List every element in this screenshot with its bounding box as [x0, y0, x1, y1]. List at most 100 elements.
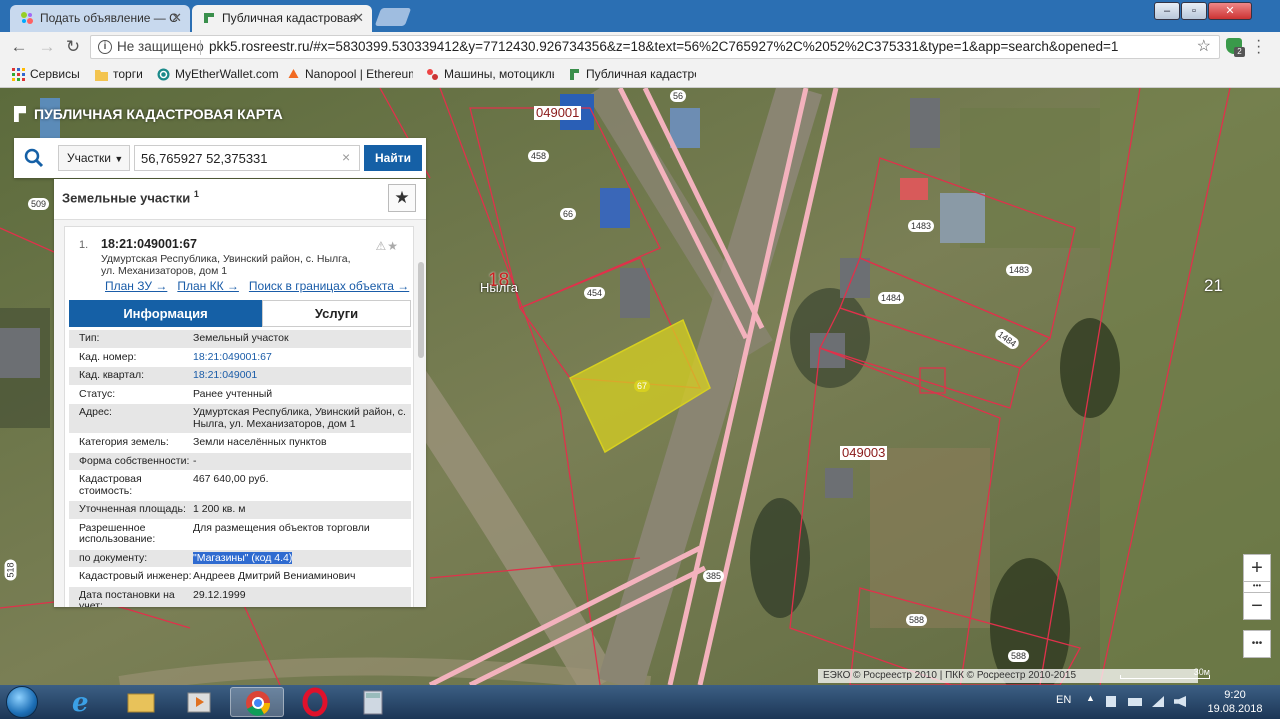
more-tools-button[interactable]: ••• [1243, 630, 1271, 658]
bookmark-services[interactable]: Сервисы [12, 67, 88, 81]
tab-podat-obyavlenie[interactable]: Подать объявление — С ✕ [10, 5, 190, 32]
separator [200, 40, 201, 55]
bookmark-label: торги [113, 67, 143, 81]
zoom-in-button[interactable]: + [1243, 554, 1271, 582]
quarter-label: 049003 [840, 445, 888, 460]
property-key: Кад. квартал: [79, 369, 144, 381]
search-input[interactable] [134, 145, 360, 171]
volume-icon[interactable] [1174, 696, 1186, 707]
property-key: Дата постановки на учет: [79, 588, 175, 607]
plan-kk-link[interactable]: План КК → [177, 279, 239, 293]
apps-icon [12, 68, 25, 81]
search-icon[interactable] [14, 138, 54, 178]
property-key: по документу: [79, 551, 148, 564]
address-line: Удмуртская Республика, Увинский район, с… [101, 253, 351, 265]
property-value: 467 640,00 руб. [193, 473, 269, 485]
taskbar-calculator[interactable] [346, 687, 400, 717]
address-bar[interactable]: i Не защищено pkk5.rosreestr.ru/#x=58303… [90, 35, 1220, 59]
find-button[interactable]: Найти [364, 145, 422, 171]
bookmark-star-icon[interactable]: ☆ [1197, 36, 1211, 58]
parcel-label: 1483 [908, 220, 935, 232]
search-in-bounds-link[interactable]: Поиск в границах объекта → [249, 279, 409, 293]
plan-zu-link[interactable]: План ЗУ → [105, 279, 167, 293]
chrome-icon [246, 691, 271, 716]
clear-search-icon[interactable]: × [342, 149, 350, 165]
parcel-label: 509 [28, 198, 50, 210]
cars-icon [427, 69, 438, 80]
opera-icon [302, 687, 328, 717]
parcel-label: 67 [634, 380, 651, 392]
favorite-button[interactable]: ★ [388, 184, 416, 212]
property-row: Кад. номер: 18:21:049001:67 [69, 348, 411, 367]
clock[interactable]: 9:20 19.08.2018 [1200, 688, 1270, 716]
chrome-menu-icon[interactable]: · · · [1256, 33, 1261, 61]
property-value[interactable]: 18:21:049001 [193, 367, 407, 385]
bookmark-label: Nanopool | Ethereum [305, 67, 413, 81]
property-value: Земельный участок [193, 332, 289, 344]
forward-button[interactable]: → [36, 36, 58, 58]
url-text[interactable]: pkk5.rosreestr.ru/#x=5830399.530339412&y… [209, 36, 1118, 58]
tab-services[interactable]: Услуги [262, 300, 411, 327]
property-value: Удмуртская Республика, Увинский район, с… [193, 406, 406, 430]
battery-icon[interactable] [1128, 698, 1142, 706]
tab-information[interactable]: Информация [69, 300, 262, 327]
media-player-icon [187, 692, 211, 713]
property-value[interactable]: 18:21:049001:67 [193, 349, 407, 367]
taskbar-chrome[interactable] [230, 687, 284, 717]
result-title-text: Земельные участки [62, 190, 191, 206]
language-indicator[interactable]: EN [1056, 694, 1071, 706]
bookmark-label: Сервисы [30, 67, 80, 81]
property-key: Разрешенное использование: [79, 521, 156, 545]
taskbar-opera[interactable] [288, 687, 342, 717]
property-key: Кад. номер: [79, 350, 137, 363]
tab-pkk[interactable]: Публичная кадастровая ✕ [192, 5, 372, 32]
result-card[interactable]: 1. 18:21:049001:67 Удмуртская Республика… [64, 226, 414, 607]
bookmark-cars[interactable]: Машины, мотоциклы [426, 67, 554, 81]
taskbar-media[interactable] [172, 687, 226, 717]
security-label: Не защищено [117, 39, 204, 54]
property-row: Тип: Земельный участок [69, 330, 411, 349]
back-button[interactable]: ← [8, 36, 30, 58]
clock-date: 19.08.2018 [1207, 703, 1263, 715]
minimize-button[interactable]: – [1154, 2, 1180, 20]
tab-close-icon[interactable]: ✕ [171, 10, 182, 26]
reload-button[interactable]: ↻ [62, 36, 84, 58]
nanopool-icon [288, 69, 299, 78]
taskbar-ie[interactable]: e [56, 687, 110, 718]
tray-arrow-icon[interactable]: ▲ [1086, 693, 1095, 704]
result-address: Удмуртская Республика, Увинский район, с… [101, 253, 371, 277]
svg-text:e: e [72, 688, 89, 717]
tab-close-icon[interactable]: ✕ [353, 10, 364, 26]
flag-icon[interactable] [1106, 696, 1116, 707]
avito-favicon-icon [21, 12, 33, 24]
property-value: Земли населённых пунктов [193, 436, 327, 448]
result-count: 1 [193, 189, 199, 199]
bookmark-label: MyEtherWallet.com [175, 67, 279, 81]
scrollbar[interactable] [418, 262, 424, 358]
bookmark-pkk[interactable]: Публичная кадастров [568, 67, 696, 81]
property-row: Статус: Ранее учтенный [69, 385, 411, 404]
new-tab-button[interactable] [374, 8, 412, 26]
property-row: Уточненная площадь: 1 200 кв. м [69, 501, 411, 520]
parcel-label: 385 [703, 570, 725, 582]
tab-title: Подать объявление — С [40, 11, 178, 25]
info-icon[interactable]: i [98, 40, 112, 54]
extension-badge: 2 [1234, 47, 1245, 57]
taskbar-explorer[interactable] [114, 687, 168, 717]
parcel-label: 588 [1008, 650, 1030, 662]
result-cad-number[interactable]: 18:21:049001:67 [101, 237, 197, 251]
parcel-label: 1484 [878, 292, 905, 304]
start-button[interactable] [6, 686, 38, 718]
bookmark-nanopool[interactable]: Nanopool | Ethereum [287, 67, 413, 81]
window-close-button[interactable]: ✕ [1208, 2, 1252, 20]
zoom-out-button[interactable]: − [1243, 592, 1271, 620]
warning-star-icon[interactable]: ⚠★ [375, 239, 399, 253]
search-type-select[interactable]: Участки ▼ [58, 145, 130, 171]
bookmark-myetherwallet[interactable]: MyEtherWallet.com [157, 67, 279, 81]
cadastral-map[interactable]: 049001 049003 458 66 454 67 1483 1483 14… [0, 88, 1280, 685]
bookmark-torgi[interactable]: торги [95, 67, 155, 81]
app-brand[interactable]: ПУБЛИЧНАЯ КАДАСТРОВАЯ КАРТА [14, 106, 283, 122]
maximize-button[interactable]: ▫ [1181, 2, 1207, 20]
signal-icon[interactable] [1152, 696, 1164, 707]
property-row: Кадастровый инженер: Андреев Дмитрий Вени… [69, 568, 411, 587]
